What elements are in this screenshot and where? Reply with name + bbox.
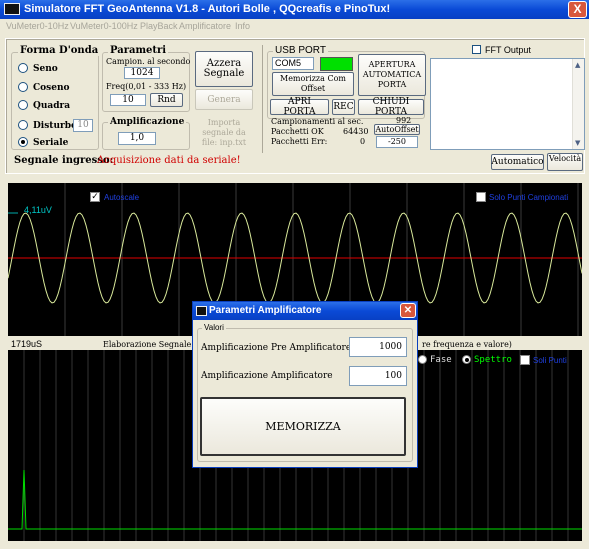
radio-fase-label: Fase (430, 355, 452, 365)
sample-rate-label: Campion. al secondo (106, 57, 191, 66)
samples-per-sec-label: Campionamenti al sec. (271, 117, 364, 126)
waveform-group-title: Forma D'onda (18, 45, 101, 56)
elaboration-tail-text: re frequenza e valore) (422, 340, 512, 349)
offset-input[interactable]: -250 (376, 136, 418, 148)
rec-button[interactable]: REC (332, 99, 355, 115)
radio-seriale-label: Seriale (33, 138, 69, 148)
values-group-title: Valori (202, 323, 226, 333)
radio-quadra-label: Quadra (33, 101, 71, 111)
pre-amp-input[interactable]: 1000 (349, 337, 407, 357)
menu-bar: VuMeter0-10Hz VuMeter0-100Hz PlayBack Am… (0, 19, 589, 34)
soli-punti-checkbox[interactable] (520, 355, 530, 365)
store-com-offset-button[interactable]: Memorizza Com Offset (272, 72, 354, 96)
separator (262, 45, 263, 153)
dialog-title: Parametri Amplificatore (209, 305, 322, 316)
menu-playback[interactable]: PlayBack (140, 21, 178, 31)
amplification-group-title: Amplificazione (108, 117, 187, 127)
radio-spettro-label: Spettro (474, 355, 512, 365)
app-icon (4, 3, 20, 15)
packets-ok-value: 64430 (343, 127, 369, 136)
autoscale-label: Autoscale (104, 193, 140, 202)
dialog-app-icon (196, 306, 207, 316)
menu-vumeter-100[interactable]: VuMeter0-100Hz (70, 21, 138, 31)
frequency-label: Freq(0,01 - 333 Hz) (106, 82, 187, 91)
title-bar: Simulatore FFT GeoAntenna V1.8 - Autori … (0, 0, 589, 19)
status-led (320, 57, 353, 71)
signal-status-text: Acquisizione dati da seriale! (97, 155, 241, 166)
fft-output-scrollbar[interactable]: ▲ ▼ (572, 59, 584, 149)
packets-ok-label: Pacchetti OK (271, 127, 324, 136)
radio-coseno-label: Coseno (33, 83, 70, 93)
usb-port-title: USB PORT (273, 45, 328, 56)
radio-disturbo-label: Disturbo (33, 121, 78, 131)
dialog-title-bar: Parametri Amplificatore (193, 302, 417, 320)
radio-quadra[interactable] (18, 100, 28, 110)
dialog-close-button[interactable]: ✕ (400, 303, 416, 318)
store-button[interactable]: MEMORIZZA (200, 397, 406, 456)
time-readout: 1719uS (11, 339, 43, 349)
fft-output-checkbox[interactable] (472, 45, 481, 54)
voltage-label: 4,11uV (24, 205, 52, 215)
sampled-points-checkbox[interactable] (476, 192, 486, 202)
radio-spettro[interactable] (462, 355, 471, 364)
radio-seriale[interactable] (18, 137, 28, 147)
radio-fase[interactable] (418, 355, 427, 364)
speed-label: Velocità (548, 154, 582, 163)
import-signal-button[interactable]: Importa segnale da file: inp.txt (195, 116, 253, 150)
open-port-button[interactable]: APRI PORTA (270, 97, 329, 117)
amplification-input[interactable]: 1,0 (118, 132, 156, 145)
frequency-input[interactable]: 10 (110, 94, 146, 106)
amp-input[interactable]: 100 (349, 366, 407, 386)
speed-control[interactable]: Velocità (547, 153, 583, 171)
auto-open-port-button[interactable]: APERTURA AUTOMATICA PORTA (358, 54, 426, 96)
radio-disturbo[interactable] (18, 120, 28, 130)
amp-label: Amplificazione Amplificatore (201, 371, 333, 381)
fft-output-textarea[interactable]: ▲ ▼ (430, 58, 585, 150)
radio-seno[interactable] (18, 63, 28, 73)
menu-info[interactable]: Info (235, 21, 250, 31)
com-port-input[interactable]: COM5 (272, 57, 314, 70)
packets-err-value: 0 (360, 137, 366, 146)
parameters-group-title: Parametri (108, 45, 169, 56)
sampled-points-label: Solo Punti Campionati (489, 193, 569, 202)
radio-seno-label: Seno (33, 64, 58, 74)
autoscale-checkbox[interactable]: ✓ (90, 192, 100, 202)
reset-signal-button[interactable]: Azzera Segnale (195, 51, 253, 87)
packets-err-label: Pacchetti Err: (271, 137, 328, 146)
generate-button[interactable]: Genera (195, 89, 253, 110)
auto-offset-button[interactable]: AutoOffset (374, 124, 420, 135)
disturbo-input[interactable]: 10 (73, 119, 93, 132)
window-title: Simulatore FFT GeoAntenna V1.8 - Autori … (24, 3, 391, 15)
close-port-button[interactable]: CHIUDI PORTA (358, 97, 424, 117)
close-button[interactable]: X (568, 1, 587, 18)
sample-rate-input[interactable]: 1024 (124, 67, 160, 79)
spectrum-line (8, 469, 582, 530)
amplifier-dialog: Parametri Amplificatore ✕ Valori Amplifi… (192, 301, 418, 468)
soli-punti-label: Soli Punti (533, 356, 567, 365)
menu-vumeter-10[interactable]: VuMeter0-10Hz (6, 21, 69, 31)
menu-amplificatore[interactable]: Amplificatore (179, 21, 231, 31)
automatic-button[interactable]: Automatico (491, 154, 544, 170)
random-button[interactable]: Rnd (150, 93, 183, 107)
fft-output-label: FFT Output (485, 45, 531, 55)
pre-amp-label: Amplificazione Pre Amplificatore (201, 343, 352, 353)
radio-coseno[interactable] (18, 82, 28, 92)
